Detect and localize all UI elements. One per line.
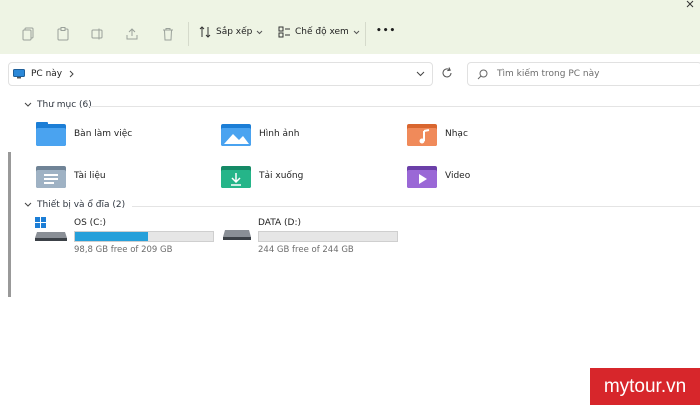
downloads-folder-icon	[221, 166, 251, 188]
rename-icon[interactable]	[88, 24, 108, 44]
sort-button[interactable]: Sắp xếp	[199, 26, 263, 38]
folder-label: Tài liệu	[74, 171, 106, 181]
chevron-down-icon	[353, 30, 360, 34]
view-button[interactable]: Chế độ xem	[278, 26, 360, 38]
search-box[interactable]: Tìm kiếm trong PC này	[467, 62, 700, 86]
chevron-right-icon[interactable]	[69, 70, 75, 78]
paste-icon[interactable]	[53, 24, 73, 44]
folder-downloads[interactable]: Tải xuống	[221, 164, 303, 188]
pictures-folder-icon	[221, 124, 251, 146]
section-divider	[88, 106, 700, 107]
music-folder-icon	[407, 124, 437, 146]
view-icon	[278, 26, 290, 38]
address-bar[interactable]: PC này	[8, 62, 433, 86]
storage-bar-fill	[75, 232, 148, 241]
view-label: Chế độ xem	[295, 27, 349, 37]
monitor-icon	[13, 69, 25, 79]
folder-label: Video	[445, 171, 471, 181]
toolbar-separator	[365, 22, 366, 46]
drives-section-title: Thiết bị và ổ đĩa (2)	[37, 200, 126, 210]
drive-free-space: 98,8 GB free of 209 GB	[74, 245, 173, 255]
content-pane: Thư mục (6) Bàn làm việc Hình ảnh Nhạc T…	[0, 92, 700, 405]
delete-icon[interactable]	[158, 24, 178, 44]
folder-music[interactable]: Nhạc	[407, 122, 468, 146]
drive-c[interactable]: OS (C:) 98,8 GB free of 209 GB	[34, 216, 214, 255]
watermark-logo: mytour.vn	[590, 368, 700, 405]
folder-label: Nhạc	[445, 129, 468, 139]
more-options-button[interactable]: •••	[376, 26, 396, 36]
drive-free-space: 244 GB free of 244 GB	[258, 245, 354, 255]
refresh-icon[interactable]	[441, 67, 453, 82]
breadcrumb-location[interactable]: PC này	[31, 69, 62, 79]
drive-d[interactable]: DATA (D:) 244 GB free of 244 GB	[222, 216, 398, 255]
navigation-pane-edge[interactable]	[8, 152, 11, 297]
chevron-down-icon	[24, 202, 32, 207]
search-icon	[477, 69, 488, 79]
drive-info: DATA (D:) 244 GB free of 244 GB	[258, 216, 398, 255]
folders-section-header[interactable]: Thư mục (6)	[24, 100, 92, 110]
drives-section-header[interactable]: Thiết bị và ổ đĩa (2)	[24, 200, 125, 210]
drive-name: OS (C:)	[74, 218, 106, 228]
sort-label: Sắp xếp	[216, 27, 253, 37]
drive-info: OS (C:) 98,8 GB free of 209 GB	[74, 216, 214, 255]
storage-bar	[258, 231, 398, 242]
folder-pictures[interactable]: Hình ảnh	[221, 122, 299, 146]
drive-name: DATA (D:)	[258, 218, 302, 228]
share-icon[interactable]	[122, 24, 142, 44]
folder-label: Tải xuống	[259, 171, 304, 181]
folder-label: Bàn làm việc	[74, 129, 133, 139]
command-bar: Sắp xếp Chế độ xem •••	[0, 0, 700, 54]
copy-icon[interactable]	[18, 24, 38, 44]
drive-icon	[223, 230, 251, 240]
section-divider	[132, 206, 700, 207]
search-placeholder: Tìm kiếm trong PC này	[497, 69, 600, 79]
folder-videos[interactable]: Video	[407, 164, 470, 188]
chevron-down-icon	[257, 30, 263, 34]
desktop-folder-icon	[36, 122, 66, 146]
window-control-icon[interactable]	[686, 0, 694, 8]
folder-desktop[interactable]: Bàn làm việc	[36, 122, 132, 146]
folder-documents[interactable]: Tài liệu	[36, 164, 106, 188]
sort-icon	[199, 26, 211, 38]
videos-folder-icon	[407, 166, 437, 188]
chevron-down-icon[interactable]	[416, 71, 425, 77]
os-drive-icon	[35, 217, 67, 241]
more-icon: •••	[376, 26, 397, 36]
address-row: PC này Tìm kiếm trong PC này	[0, 54, 700, 92]
storage-bar	[74, 231, 214, 242]
chevron-down-icon	[24, 102, 32, 107]
documents-folder-icon	[36, 166, 66, 188]
folder-label: Hình ảnh	[259, 129, 300, 139]
toolbar-separator	[188, 22, 189, 46]
folders-section-title: Thư mục (6)	[37, 100, 92, 110]
